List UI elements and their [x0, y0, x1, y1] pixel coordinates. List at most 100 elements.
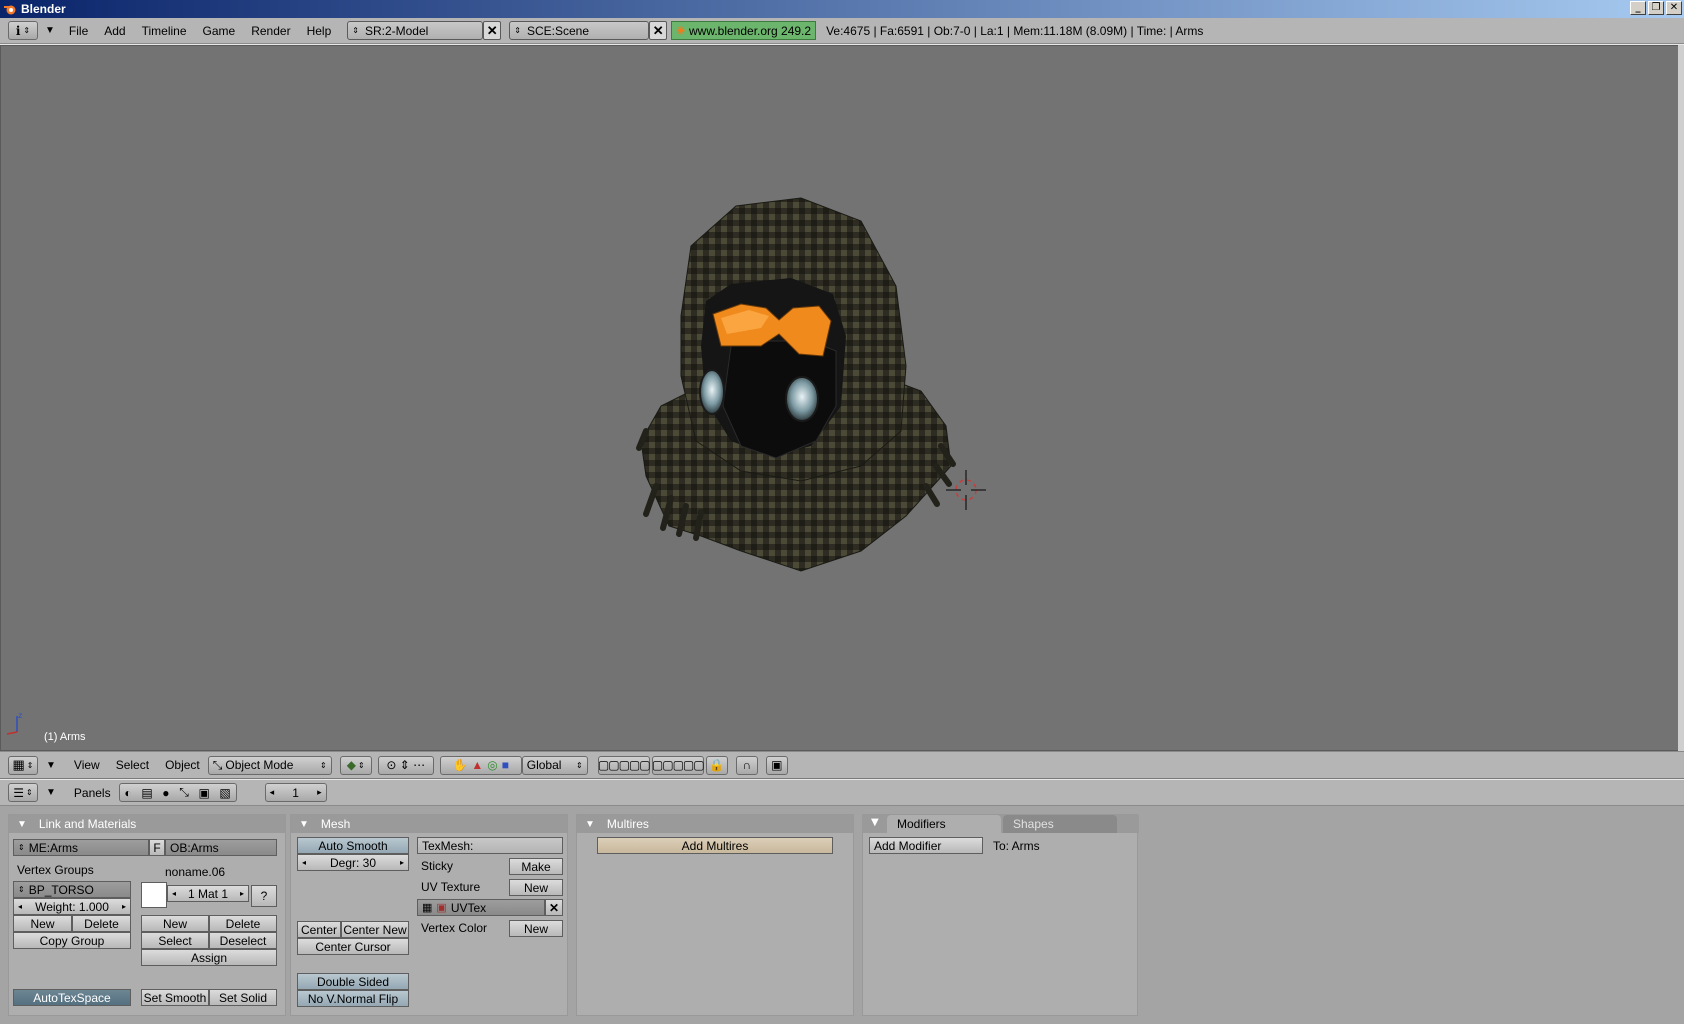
- panel-header[interactable]: ▼ Mesh: [291, 815, 567, 833]
- collapse-menu-icon[interactable]: ▼: [46, 787, 56, 798]
- degree-slider[interactable]: ◂ Degr: 30 ▸: [297, 854, 409, 871]
- collapse-triangle-icon[interactable]: ▼: [585, 819, 595, 830]
- minimize-button[interactable]: _: [1630, 1, 1646, 15]
- arrow-left-icon[interactable]: ◂: [270, 787, 275, 798]
- collapse-menu-icon[interactable]: ▼: [45, 25, 55, 36]
- set-solid-button[interactable]: Set Solid: [209, 989, 277, 1006]
- center-button[interactable]: Center: [297, 921, 341, 938]
- panels-label[interactable]: Panels: [74, 786, 111, 800]
- screen-selector[interactable]: ⇕ SR:2-Model: [347, 21, 484, 40]
- right-edge-scrollbar[interactable]: [1678, 45, 1684, 751]
- panel-header[interactable]: ▼ Link and Materials: [9, 815, 285, 833]
- material-deselect-button[interactable]: Deselect: [209, 932, 277, 949]
- layers-row-2[interactable]: ▢▢▢▢▢: [651, 755, 705, 775]
- scene-name[interactable]: SCE:Scene: [527, 24, 589, 38]
- material-delete-button[interactable]: Delete: [209, 915, 277, 932]
- mode-dropdown[interactable]: ⤡ Object Mode ⇕: [207, 755, 332, 775]
- collapse-triangle-icon[interactable]: ▼: [871, 817, 879, 828]
- menu-timeline[interactable]: Timeline: [134, 24, 195, 38]
- add-multires-button[interactable]: Add Multires: [597, 837, 833, 854]
- double-sided-toggle[interactable]: Double Sided: [297, 973, 409, 990]
- context-buttons[interactable]: ◐ ▤ ● ⤡ ▣ ▧: [118, 783, 237, 802]
- 3d-viewport[interactable]: z (1) Arms: [0, 45, 1684, 751]
- fake-user-button[interactable]: F: [149, 839, 165, 856]
- material-help-button[interactable]: ?: [251, 885, 277, 907]
- tab-shapes[interactable]: Shapes: [1003, 815, 1117, 833]
- center-cursor-button[interactable]: Center Cursor: [297, 938, 409, 955]
- material-color-swatch[interactable]: [141, 882, 167, 908]
- editor-type-button[interactable]: ▦ ⇕: [8, 755, 38, 775]
- logic-icon[interactable]: ◐: [124, 786, 131, 800]
- set-smooth-button[interactable]: Set Smooth: [141, 989, 209, 1006]
- collapse-menu-icon[interactable]: ▼: [46, 760, 56, 771]
- arrow-right-icon[interactable]: ▸: [317, 787, 322, 798]
- mesh-name-field[interactable]: ⇕ ME:Arms: [13, 839, 149, 856]
- menu-add[interactable]: Add: [96, 24, 133, 38]
- collapse-triangle-icon[interactable]: ▼: [299, 819, 309, 830]
- render-view-button[interactable]: ▣: [765, 755, 788, 775]
- frame-value[interactable]: 1: [292, 786, 299, 800]
- add-modifier-button[interactable]: Add Modifier: [869, 837, 983, 854]
- editing-icon[interactable]: ▣: [198, 786, 209, 800]
- autotexspace-toggle[interactable]: AutoTexSpace: [13, 989, 131, 1006]
- snap-button[interactable]: ∩: [735, 755, 758, 775]
- weight-slider[interactable]: ◂ Weight: 1.000 ▸: [13, 898, 131, 915]
- transform-manipulator-group[interactable]: ✋ ▲ ◎ ■: [439, 755, 522, 775]
- object-name-field[interactable]: OB:Arms: [165, 839, 277, 856]
- translate-icon[interactable]: ▲: [471, 758, 483, 772]
- collapse-triangle-icon[interactable]: ▼: [17, 819, 27, 830]
- vgroup-delete-button[interactable]: Delete: [72, 915, 131, 932]
- material-select-button[interactable]: Select: [141, 932, 209, 949]
- delete-scene-button[interactable]: ✕: [649, 21, 668, 40]
- menu-help[interactable]: Help: [299, 24, 340, 38]
- website-link[interactable]: ◉ www.blender.org 249.2: [671, 21, 817, 40]
- close-window-button[interactable]: ✕: [1666, 1, 1682, 15]
- texmesh-field[interactable]: TexMesh:: [417, 837, 563, 854]
- shading-icon[interactable]: ●: [162, 786, 169, 800]
- center-new-button[interactable]: Center New: [341, 921, 409, 938]
- no-vnormal-flip-toggle[interactable]: No V.Normal Flip: [297, 990, 409, 1007]
- scene-selector[interactable]: ⇕ SCE:Scene: [509, 21, 650, 40]
- menu-object[interactable]: Object: [157, 758, 208, 772]
- menu-game[interactable]: Game: [195, 24, 244, 38]
- panel-header[interactable]: ▼ Multires: [577, 815, 853, 833]
- vgroup-new-button[interactable]: New: [13, 915, 72, 932]
- window-type-button[interactable]: i ⇕: [8, 21, 38, 40]
- menu-select[interactable]: Select: [108, 758, 157, 772]
- vertex-group-selector[interactable]: ⇕ BP_TORSO: [13, 881, 131, 898]
- object-icon[interactable]: ⤡: [179, 785, 189, 800]
- script-icon[interactable]: ▤: [141, 786, 152, 800]
- maximize-button[interactable]: ❐: [1648, 1, 1664, 15]
- material-index-slider[interactable]: ◂ 1 Mat 1 ▸: [167, 885, 249, 902]
- frame-counter[interactable]: ◂ 1 ▸: [264, 783, 327, 802]
- copy-group-button[interactable]: Copy Group: [13, 932, 131, 949]
- material-assign-button[interactable]: Assign: [141, 949, 277, 966]
- auto-smooth-toggle[interactable]: Auto Smooth: [297, 837, 409, 854]
- menu-file[interactable]: File: [61, 24, 96, 38]
- viewport-canvas[interactable]: [1, 46, 1684, 751]
- sticky-make-button[interactable]: Make: [509, 858, 563, 875]
- pivot-dropdown[interactable]: ⊙ ⇕ ⋯: [377, 755, 434, 775]
- screen-name[interactable]: SR:2-Model: [365, 24, 428, 38]
- menu-render[interactable]: Render: [243, 24, 298, 38]
- sticky-label: Sticky: [421, 859, 454, 873]
- rotate-icon[interactable]: ◎: [487, 758, 497, 772]
- scene-icon[interactable]: ▧: [219, 786, 230, 800]
- orientation-dropdown[interactable]: Global ⇕: [521, 755, 588, 775]
- menu-view[interactable]: View: [66, 758, 108, 772]
- layers-row-1[interactable]: ▢▢▢▢▢: [597, 755, 651, 775]
- uvtex-field[interactable]: ▦ ▣ UVTex: [417, 899, 545, 916]
- uv-texture-new-button[interactable]: New: [509, 879, 563, 896]
- 3d-cursor-icon[interactable]: [946, 470, 986, 510]
- lock-layers-button[interactable]: 🔒: [705, 755, 728, 775]
- material-new-button[interactable]: New: [141, 915, 209, 932]
- delete-screen-button[interactable]: ✕: [483, 21, 502, 40]
- hand-icon[interactable]: ✋: [452, 758, 467, 772]
- hooded-head-model[interactable]: [636, 197, 956, 572]
- uvtex-delete-button[interactable]: ✕: [545, 899, 563, 916]
- draw-type-dropdown[interactable]: ◆ ⇕: [339, 755, 372, 775]
- scale-icon[interactable]: ■: [502, 758, 509, 772]
- vertex-color-new-button[interactable]: New: [509, 920, 563, 937]
- editor-type-button[interactable]: ☰ ⇕: [8, 783, 38, 802]
- tab-modifiers[interactable]: Modifiers: [887, 815, 1001, 833]
